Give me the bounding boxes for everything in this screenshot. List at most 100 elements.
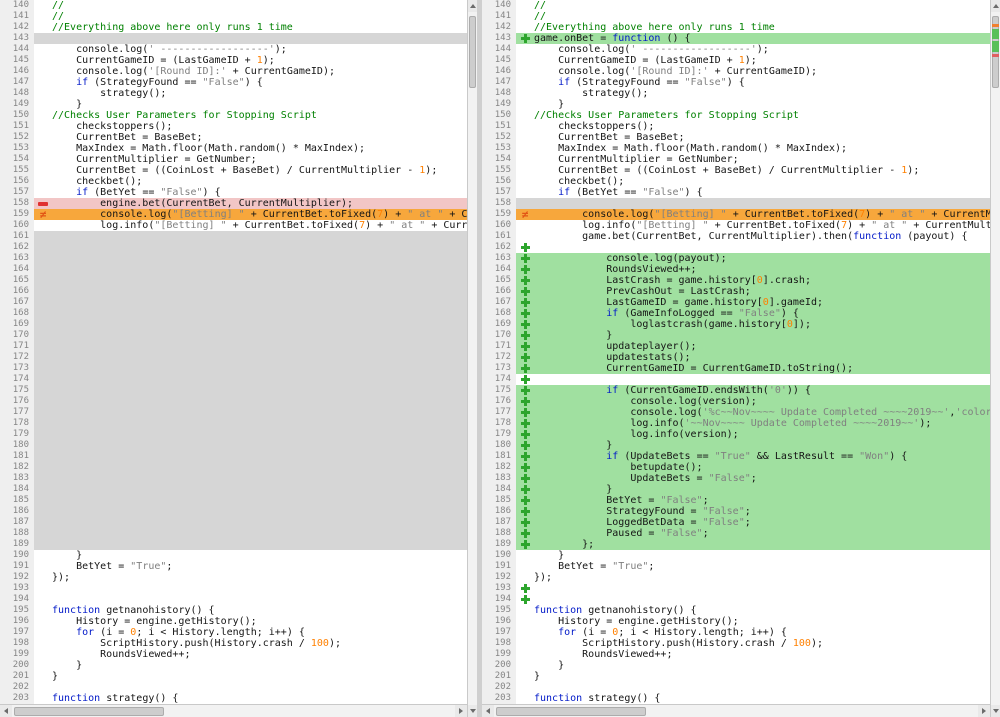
code-line: 178 log.info('~~Nov~~~~ Update Completed… bbox=[482, 418, 990, 429]
line-number: 196 bbox=[482, 616, 516, 627]
code-text: engine.bet(CurrentBet, CurrentMultiplier… bbox=[52, 198, 467, 209]
code-line: 146 console.log('[Round ID]:' + CurrentG… bbox=[0, 66, 467, 77]
diff-icon-margin bbox=[516, 143, 534, 154]
code-text: }); bbox=[534, 572, 990, 583]
right-editor-pane[interactable]: 140//141//142//Everything above here onl… bbox=[482, 0, 990, 704]
diff-added-icon bbox=[521, 287, 530, 296]
left-scroll-up-button[interactable] bbox=[468, 0, 477, 12]
diff-icon-margin bbox=[516, 638, 534, 649]
code-line: 196 History = engine.getHistory(); bbox=[482, 616, 990, 627]
line-number: 191 bbox=[0, 561, 34, 572]
code-line: 172 bbox=[0, 352, 467, 363]
line-number: 203 bbox=[482, 693, 516, 704]
diff-added-icon bbox=[521, 485, 530, 494]
left-editor-pane[interactable]: 140//141//142//Everything above here onl… bbox=[0, 0, 467, 704]
code-text: for (i = 0; i < History.length; i++) { bbox=[52, 627, 467, 638]
code-line: 148 strategy(); bbox=[0, 88, 467, 99]
line-number: 173 bbox=[482, 363, 516, 374]
left-horizontal-scrollbar[interactable] bbox=[0, 704, 467, 717]
code-text: if (CurrentGameID.endsWith('0')) { bbox=[534, 385, 990, 396]
line-number: 199 bbox=[0, 649, 34, 660]
code-line: 170 bbox=[0, 330, 467, 341]
left-scroll-left-button[interactable] bbox=[0, 705, 12, 717]
line-number: 153 bbox=[482, 143, 516, 154]
left-scroll-down-button[interactable] bbox=[468, 705, 477, 717]
right-scroll-left-button[interactable] bbox=[482, 705, 494, 717]
code-line: 172 updatestats(); bbox=[482, 352, 990, 363]
code-text bbox=[52, 528, 467, 539]
right-scroll-up-button[interactable] bbox=[991, 0, 1000, 12]
line-number: 159 bbox=[0, 209, 34, 220]
left-scroll-right-button[interactable] bbox=[455, 705, 467, 717]
code-line: 196 History = engine.getHistory(); bbox=[0, 616, 467, 627]
line-number: 165 bbox=[0, 275, 34, 286]
diff-nav-mark[interactable] bbox=[992, 24, 999, 27]
code-line: 169 loglastcrash(game.history[0]); bbox=[482, 319, 990, 330]
line-number: 200 bbox=[482, 660, 516, 671]
diff-icon-margin bbox=[34, 242, 52, 253]
right-horizontal-scrollbar[interactable] bbox=[482, 704, 990, 717]
code-line: 153 MaxIndex = Math.floor(Math.random() … bbox=[0, 143, 467, 154]
code-text bbox=[52, 33, 467, 44]
diff-icon-margin bbox=[516, 11, 534, 22]
code-line: 188 bbox=[0, 528, 467, 539]
diff-icon-margin bbox=[34, 165, 52, 176]
line-number: 167 bbox=[482, 297, 516, 308]
code-line: 147 if (StrategyFound == "False") { bbox=[0, 77, 467, 88]
right-hscroll-thumb[interactable] bbox=[496, 707, 646, 716]
diff-icon-margin bbox=[34, 429, 52, 440]
code-text: CurrentMultiplier = GetNumber; bbox=[534, 154, 990, 165]
code-text bbox=[52, 418, 467, 429]
diff-icon-margin bbox=[516, 451, 534, 462]
diff-icon-margin bbox=[516, 0, 534, 11]
left-vscroll-thumb[interactable] bbox=[469, 16, 476, 88]
diff-icon-margin bbox=[34, 682, 52, 693]
line-number: 190 bbox=[482, 550, 516, 561]
line-number: 169 bbox=[482, 319, 516, 330]
diff-icon-margin bbox=[516, 649, 534, 660]
diff-added-icon bbox=[521, 375, 530, 384]
code-line: 174 bbox=[482, 374, 990, 385]
code-line: 151 checkstoppers(); bbox=[482, 121, 990, 132]
right-scroll-right-button[interactable] bbox=[978, 705, 990, 717]
line-number: 155 bbox=[0, 165, 34, 176]
diff-nav-mark[interactable] bbox=[992, 54, 999, 57]
diff-icon-margin bbox=[516, 660, 534, 671]
code-line: 190 } bbox=[0, 550, 467, 561]
code-line: 150//Checks User Parameters for Stopping… bbox=[0, 110, 467, 121]
diff-icon-margin bbox=[516, 440, 534, 451]
diff-added-icon bbox=[521, 298, 530, 307]
code-text: strategy(); bbox=[534, 88, 990, 99]
code-line: 200 } bbox=[482, 660, 990, 671]
diff-nav-mark[interactable] bbox=[992, 29, 999, 39]
diff-added-icon bbox=[521, 441, 530, 450]
diff-icon-margin bbox=[34, 308, 52, 319]
code-text bbox=[52, 440, 467, 451]
diff-icon-margin bbox=[516, 264, 534, 275]
line-number: 149 bbox=[482, 99, 516, 110]
code-text: loglastcrash(game.history[0]); bbox=[534, 319, 990, 330]
right-scroll-down-button[interactable] bbox=[991, 705, 1000, 717]
diff-nav-mark[interactable] bbox=[992, 41, 999, 52]
diff-added-icon bbox=[521, 331, 530, 340]
left-hscroll-thumb[interactable] bbox=[14, 707, 164, 716]
right-vertical-scrollbar[interactable] bbox=[990, 0, 1000, 717]
code-line: 168 if (GameInfoLogged == "False") { bbox=[482, 308, 990, 319]
code-text bbox=[534, 242, 990, 253]
code-line: 159 console.log("[Betting] " + CurrentBe… bbox=[0, 209, 467, 220]
code-text: game.bet(CurrentBet, CurrentMultiplier).… bbox=[534, 231, 990, 242]
diff-icon-margin bbox=[516, 352, 534, 363]
line-number: 198 bbox=[482, 638, 516, 649]
code-line: 200 } bbox=[0, 660, 467, 671]
diff-icon-margin bbox=[34, 693, 52, 704]
code-line: 192}); bbox=[482, 572, 990, 583]
diff-icon-margin bbox=[516, 484, 534, 495]
code-text: function strategy() { bbox=[534, 693, 990, 704]
line-number: 174 bbox=[482, 374, 516, 385]
code-line: 169 bbox=[0, 319, 467, 330]
code-line: 194 bbox=[482, 594, 990, 605]
line-number: 193 bbox=[482, 583, 516, 594]
code-text: log.info('~~Nov~~~~ Update Completed ~~~… bbox=[534, 418, 990, 429]
left-vertical-scrollbar[interactable] bbox=[467, 0, 477, 717]
line-number: 194 bbox=[482, 594, 516, 605]
